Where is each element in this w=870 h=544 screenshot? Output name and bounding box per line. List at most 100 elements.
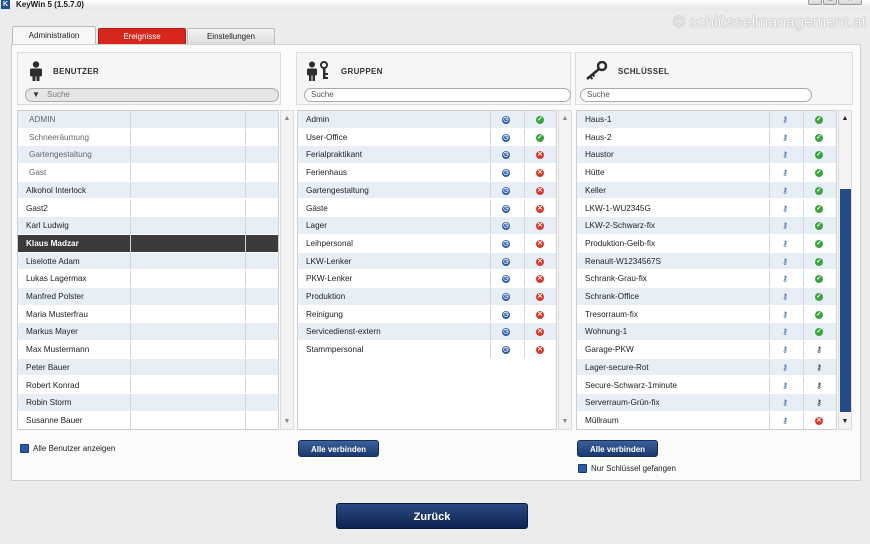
scrollbar-thumb[interactable] bbox=[840, 189, 851, 412]
schluessel-alle-verbinden-button[interactable]: Alle verbinden bbox=[577, 440, 658, 457]
group-row[interactable]: Gartengestaltung ◷ ✕ bbox=[298, 181, 556, 200]
clock-icon[interactable]: ◷ bbox=[502, 204, 510, 213]
user-row[interactable]: Liselotte Adam bbox=[18, 252, 278, 271]
gruppen-scrollbar[interactable]: ▲ ▼ bbox=[558, 110, 572, 430]
user-row[interactable]: Markus Mayer bbox=[18, 323, 278, 342]
gruppen-alle-verbinden-button[interactable]: Alle verbinden bbox=[298, 440, 379, 457]
user-row[interactable]: ADMIN bbox=[18, 111, 278, 129]
cross-icon[interactable]: ✕ bbox=[536, 186, 544, 195]
key-icon[interactable]: ⚷ bbox=[781, 151, 789, 159]
gruppen-search-input[interactable]: Suche bbox=[304, 88, 571, 102]
key-icon[interactable]: ⚷ bbox=[815, 399, 823, 407]
check-icon[interactable]: ✓ bbox=[536, 116, 544, 124]
key-icon[interactable]: ⚷ bbox=[781, 381, 789, 390]
tab-administration[interactable]: Administration bbox=[12, 26, 96, 45]
key-icon[interactable]: ⚷ bbox=[781, 399, 789, 407]
group-row[interactable]: Ferienhaus ◷ ✕ bbox=[298, 164, 556, 182]
key-row[interactable]: Schrank-Grau-fix ⚷ ✓ bbox=[577, 270, 836, 288]
clock-icon[interactable]: ◷ bbox=[502, 239, 510, 248]
check-icon[interactable]: ✓ bbox=[815, 186, 823, 195]
check-icon[interactable]: ✓ bbox=[815, 151, 823, 160]
clock-icon[interactable]: ◷ bbox=[502, 116, 510, 124]
key-row[interactable]: Garage-PKW ⚷ ⚷ bbox=[577, 341, 836, 359]
benutzer-search-input[interactable]: ▼ Suche bbox=[25, 88, 279, 102]
tab-ereignisse[interactable]: Ereignisse bbox=[98, 28, 186, 44]
user-row[interactable]: Susanne Bauer bbox=[18, 411, 278, 429]
check-icon[interactable]: ✓ bbox=[815, 116, 823, 124]
back-button[interactable]: Zurück bbox=[336, 503, 528, 529]
user-row[interactable]: Robert Konrad bbox=[18, 376, 278, 395]
key-row[interactable]: Haustor ⚷ ✓ bbox=[577, 146, 836, 165]
cross-icon[interactable]: ✕ bbox=[536, 151, 544, 160]
group-row[interactable]: Stammpersonal ◷ ✕ bbox=[298, 341, 556, 359]
maximize-button[interactable]: □ bbox=[823, 0, 837, 5]
key-icon[interactable]: ⚷ bbox=[781, 169, 789, 177]
key-icon[interactable]: ⚷ bbox=[781, 293, 789, 301]
key-icon[interactable]: ⚷ bbox=[781, 310, 789, 319]
clock-icon[interactable]: ◷ bbox=[502, 257, 510, 266]
key-row[interactable]: Lager-secure-Rot ⚷ ⚷ bbox=[577, 358, 836, 377]
cross-icon[interactable]: ✕ bbox=[815, 416, 823, 425]
cross-icon[interactable]: ✕ bbox=[536, 346, 544, 355]
key-row[interactable]: Hütte ⚷ ✓ bbox=[577, 164, 836, 182]
check-icon[interactable]: ✓ bbox=[815, 204, 823, 213]
user-row[interactable]: Maria Musterfrau bbox=[18, 305, 278, 324]
check-icon[interactable]: ✓ bbox=[815, 275, 823, 284]
key-icon[interactable]: ⚷ bbox=[815, 381, 823, 390]
check-icon[interactable]: ✓ bbox=[815, 328, 823, 337]
check-icon[interactable]: ✓ bbox=[815, 133, 823, 142]
user-row[interactable]: Peter Bauer bbox=[18, 358, 278, 377]
check-icon[interactable]: ✓ bbox=[815, 239, 823, 248]
key-row[interactable]: Renault-W1234567S ⚷ ✓ bbox=[577, 252, 836, 271]
key-icon[interactable]: ⚷ bbox=[781, 222, 789, 230]
group-row[interactable]: Admin ◷ ✓ bbox=[298, 111, 556, 129]
key-row[interactable]: Produktion-Gelb-fix ⚷ ✓ bbox=[577, 234, 836, 253]
key-row[interactable]: LKW-2-Schwarz-fix ⚷ ✓ bbox=[577, 217, 836, 235]
scroll-up-arrow-icon[interactable]: ▲ bbox=[839, 113, 851, 125]
cross-icon[interactable]: ✕ bbox=[536, 328, 544, 337]
clock-icon[interactable]: ◷ bbox=[502, 133, 510, 142]
user-row[interactable]: Schneeräumung bbox=[18, 128, 278, 147]
key-row[interactable]: Schrank-Office ⚷ ✓ bbox=[577, 288, 836, 306]
nur-schluessel-checkbox[interactable] bbox=[578, 464, 587, 473]
alle-benutzer-checkbox[interactable] bbox=[20, 444, 29, 453]
check-icon[interactable]: ✓ bbox=[815, 222, 823, 231]
key-icon[interactable]: ⚷ bbox=[815, 363, 823, 372]
check-icon[interactable]: ✓ bbox=[815, 169, 823, 178]
key-icon[interactable]: ⚷ bbox=[781, 328, 789, 336]
clock-icon[interactable]: ◷ bbox=[502, 151, 510, 160]
key-row[interactable]: Wohnung-1 ⚷ ✓ bbox=[577, 323, 836, 342]
user-row[interactable]: Manfred Polster bbox=[18, 288, 278, 306]
key-row[interactable]: Haus-1 ⚷ ✓ bbox=[577, 111, 836, 129]
cross-icon[interactable]: ✕ bbox=[536, 239, 544, 248]
scroll-up-arrow-icon[interactable]: ▲ bbox=[559, 113, 571, 125]
key-icon[interactable]: ⚷ bbox=[781, 416, 789, 425]
clock-icon[interactable]: ◷ bbox=[502, 346, 510, 355]
group-row[interactable]: Produktion ◷ ✕ bbox=[298, 288, 556, 306]
clock-icon[interactable]: ◷ bbox=[502, 169, 510, 178]
key-icon[interactable]: ⚷ bbox=[781, 257, 789, 266]
cross-icon[interactable]: ✕ bbox=[536, 293, 544, 301]
cross-icon[interactable]: ✕ bbox=[536, 257, 544, 266]
key-row[interactable]: Tresorraum-fix ⚷ ✓ bbox=[577, 305, 836, 324]
group-row[interactable]: User-Office ◷ ✓ bbox=[298, 128, 556, 147]
schluessel-scrollbar[interactable]: ▲ ▼ bbox=[838, 110, 852, 430]
key-icon[interactable]: ⚷ bbox=[781, 363, 789, 372]
group-row[interactable]: Ferialpraktikant ◷ ✕ bbox=[298, 146, 556, 165]
user-row[interactable]: Alkohol Interlock bbox=[18, 181, 278, 200]
user-row[interactable]: Gast2 bbox=[18, 199, 278, 218]
filter-dropdown-icon[interactable]: ▼ bbox=[32, 90, 40, 99]
scroll-down-arrow-icon[interactable]: ▼ bbox=[281, 416, 293, 428]
tab-einstellungen[interactable]: Einstellungen bbox=[187, 28, 275, 44]
clock-icon[interactable]: ◷ bbox=[502, 275, 510, 284]
check-icon[interactable]: ✓ bbox=[536, 133, 544, 142]
key-row[interactable]: Haus-2 ⚷ ✓ bbox=[577, 128, 836, 147]
user-row[interactable]: Robin Storm bbox=[18, 394, 278, 412]
benutzer-scrollbar[interactable]: ▲ ▼ bbox=[280, 110, 294, 430]
key-row[interactable]: Secure-Schwarz-1minute ⚷ ⚷ bbox=[577, 376, 836, 395]
group-row[interactable]: Leihpersonal ◷ ✕ bbox=[298, 234, 556, 253]
group-row[interactable]: Gäste ◷ ✕ bbox=[298, 199, 556, 218]
scroll-down-arrow-icon[interactable]: ▼ bbox=[559, 416, 571, 428]
key-row[interactable]: LKW-1-WU2345G ⚷ ✓ bbox=[577, 199, 836, 218]
check-icon[interactable]: ✓ bbox=[815, 293, 823, 301]
